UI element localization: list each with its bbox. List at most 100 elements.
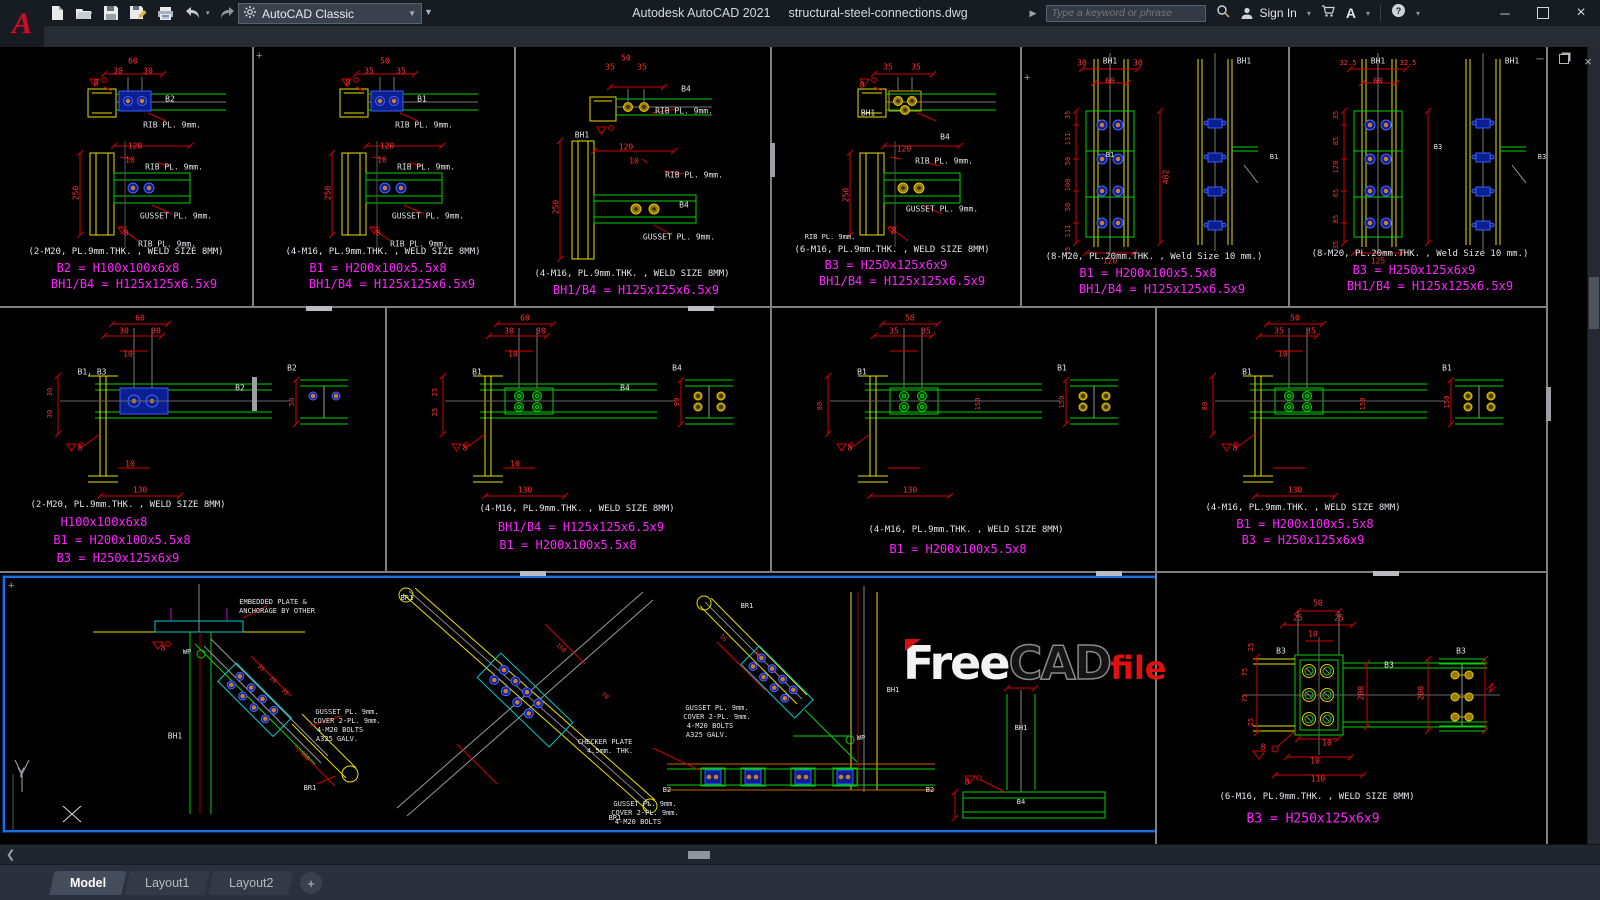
maximize-button[interactable] [1524, 0, 1562, 26]
doc-minimize-icon[interactable]: ─ [1532, 54, 1548, 69]
dimension-label: CHECKER PLATE [578, 738, 633, 746]
search-input[interactable] [1046, 5, 1206, 22]
viewport-r1p6[interactable]: 32.5BH132.5603585120658535B3125BH1B3(8-M… [1288, 47, 1546, 306]
viewport-r2p1[interactable]: 60303010B1, B3B23030810130B250(2-M20, PL… [0, 306, 385, 571]
dimension-label: 25 [1334, 614, 1344, 623]
dimension-label: 25 [1247, 643, 1255, 651]
dimension-label: 35 [883, 63, 893, 72]
dimension-label: B1 [1442, 364, 1452, 373]
drawing-canvas[interactable]: 6030308B2RIB PL. 9mm.12010RIB PL. 9mm.25… [0, 47, 1600, 844]
doc-restore-icon[interactable] [1556, 54, 1572, 69]
viewport-r3p2[interactable]: 50252510B3B32575752520081010110B3200(6-M… [1155, 571, 1546, 844]
viewport-r2p2[interactable]: 603030102525B1B481013090B4(4-M16, PL.9mm… [385, 306, 770, 571]
caption-line: B1 = H200x100x5.5x8 [309, 261, 446, 275]
dimension-label: 8 [161, 644, 166, 653]
tab-layout1[interactable]: Layout1 [125, 871, 211, 895]
viewport-scrollbar-thumb[interactable] [1546, 387, 1551, 421]
scroll-left-icon[interactable]: ❮ [6, 848, 15, 861]
vertical-scrollbar-thumb[interactable] [1589, 277, 1599, 329]
horizontal-scrollbar-thumb[interactable] [688, 851, 710, 859]
dimension-label: 120 [897, 145, 911, 154]
dimension-label: 250 [842, 188, 851, 202]
save-button[interactable] [102, 4, 120, 22]
viewport-r1p3[interactable]: 355035B4RIB PL. 9mm.12010BH1RIB PL. 9mm.… [514, 47, 770, 306]
plot-button[interactable] [156, 4, 174, 22]
dimension-label: 60 [520, 314, 530, 323]
dimension-label: B1 [1242, 368, 1252, 377]
viewport-scrollbar-thumb[interactable] [520, 571, 546, 576]
save-as-button[interactable] [129, 4, 147, 22]
dimension-label: 120 [619, 143, 633, 152]
dimension-label: A325 GALV. [686, 731, 728, 739]
dimension-label: 250 [72, 186, 81, 200]
viewport-pan-icon[interactable]: + [1024, 73, 1030, 83]
new-layout-button[interactable]: + [300, 872, 322, 894]
dimension-label: 75 [1241, 668, 1249, 676]
undo-button[interactable] [183, 4, 201, 22]
dimension-label: B2 [235, 384, 245, 393]
viewport-scrollbar-thumb[interactable] [770, 143, 775, 177]
caption-line: BH1/B4 = H125x125x6.5x9 [1079, 282, 1245, 296]
open-folder-button[interactable] [75, 4, 93, 22]
freecadfile-watermark: FreeCADfile [903, 636, 1167, 690]
search-collapse-icon[interactable]: ▶ [1030, 8, 1037, 19]
dimension-label: GUSSET PL. 9mm. [685, 704, 748, 712]
signin-caret-icon[interactable]: ▾ [1307, 9, 1311, 18]
help-icon[interactable]: ? [1391, 3, 1406, 23]
dimension-label: 10 [125, 460, 135, 469]
viewport-pan-icon[interactable]: + [256, 51, 262, 61]
viewport-r1p5[interactable]: 30BH1306035111501005011135482B1120BH1B1(… [1020, 47, 1288, 306]
dimension-label: 100 [1064, 179, 1072, 192]
dimension-label: 30 [1077, 59, 1087, 68]
dimension-label: 35 [921, 327, 931, 336]
dimension-label: 30 [143, 67, 153, 76]
autodesk-app-icon[interactable]: A [1346, 5, 1356, 21]
dimension-label: 130 [518, 486, 532, 495]
dimension-label: B2 [165, 95, 175, 104]
workspace-switcher[interactable]: AutoCAD Classic ▼ [238, 3, 422, 24]
autocad-logo-icon[interactable]: A [0, 0, 44, 47]
caption-line: B3 = H250x125x6x9 [1353, 263, 1476, 277]
dimension-label: 35 [637, 63, 647, 72]
search-icon[interactable] [1216, 4, 1230, 23]
viewport-r1p1[interactable]: 6030308B2RIB PL. 9mm.12010RIB PL. 9mm.25… [0, 47, 252, 306]
dimension-label: 30 [46, 410, 54, 418]
doc-close-icon[interactable]: × [1580, 54, 1596, 69]
viewport-r3sel[interactable]: EMBEDDED PLATE &ANCHORAGE BY OTHER8WPBH1… [3, 576, 1157, 832]
viewport-divider [1020, 47, 1022, 306]
viewport-scrollbar-thumb[interactable] [1096, 571, 1122, 576]
close-button[interactable]: × [1562, 0, 1600, 26]
app-caret-icon[interactable]: ▾ [1366, 9, 1370, 18]
dimension-label: 35 [1332, 241, 1340, 249]
dimension-label: 120 [1332, 161, 1340, 174]
viewport-r1p2[interactable]: 5035358B1RIB PL. 9mm.12010RIB PL. 9mm.25… [252, 47, 514, 306]
qat-customize-icon[interactable]: ▼ [424, 7, 433, 17]
dimension-label: B4 [672, 364, 682, 373]
dimension-label: A325 GALV. [316, 735, 358, 743]
undo-caret-icon[interactable]: ▾ [206, 9, 210, 17]
dimension-label: 35 [889, 327, 899, 336]
signin-button[interactable]: Sign In [1240, 6, 1296, 20]
help-caret-icon[interactable]: ▾ [1416, 9, 1420, 18]
viewport-scrollbar-thumb[interactable] [252, 377, 257, 411]
dimension-label: 80 [816, 402, 824, 410]
viewport-scrollbar-thumb[interactable] [306, 306, 332, 311]
vertical-scrollbar[interactable] [1587, 47, 1600, 844]
viewport-pan-icon[interactable]: + [8, 581, 14, 591]
redo-button[interactable] [219, 4, 237, 22]
minimize-button[interactable]: ─ [1486, 0, 1524, 26]
caption-line: B1 = H200x100x5.5x8 [53, 533, 190, 547]
tab-layout2[interactable]: Layout2 [208, 871, 294, 895]
tab-model[interactable]: Model [49, 871, 126, 895]
new-file-button[interactable] [48, 4, 66, 22]
viewport-scrollbar-thumb[interactable] [688, 306, 714, 311]
viewport-r2p4[interactable]: 50353510B1801508130B1150(4-M16, PL.9mm.T… [1155, 306, 1546, 571]
viewport-scrollbar-thumb[interactable] [1373, 571, 1399, 576]
caption-line: B3 = H250x125x6x9 [1246, 812, 1379, 827]
cart-icon[interactable] [1321, 4, 1336, 23]
viewport-r2p3[interactable]: 503535B1801508130B1150(4-M16, PL.9mm.THK… [770, 306, 1155, 571]
dimension-label: BH1 [1505, 57, 1519, 66]
dimension-label: 35 [364, 67, 374, 76]
viewport-r1p4[interactable]: 35358BH1B4RIB PL. 9mm.120GUSSET PL. 9mm.… [770, 47, 1020, 306]
horizontal-scrollbar[interactable]: ❮ [0, 844, 1600, 865]
